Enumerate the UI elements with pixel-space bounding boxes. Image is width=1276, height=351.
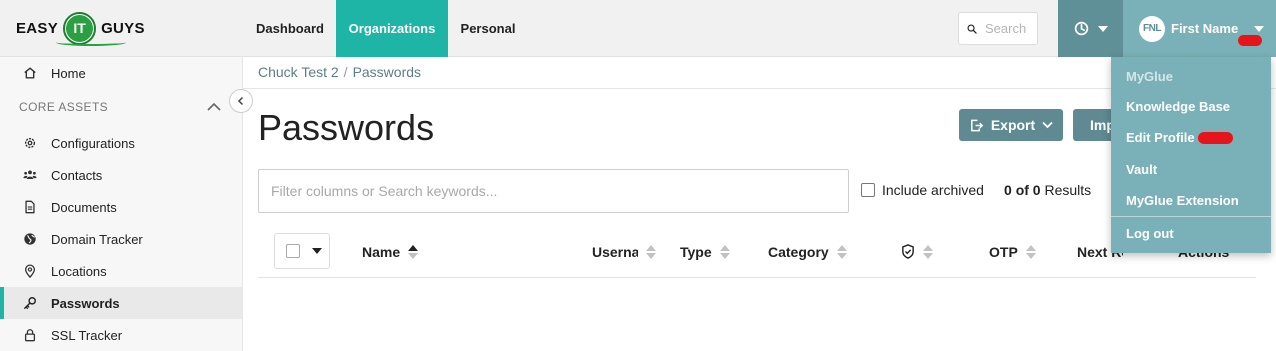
include-archived-checkbox[interactable] [861,183,875,197]
column-header-label: Username [592,244,638,260]
redaction-mark [1238,35,1262,46]
results-total: 0 [1032,182,1041,198]
column-header-type[interactable]: Type [680,244,730,260]
chevron-down-icon [1254,25,1265,32]
sidebar-item-ssl-tracker[interactable]: SSL Tracker [0,319,243,351]
logo-swoosh [56,39,126,46]
user-menu-dropdown: MyGlue Knowledge Base Edit Profile Vault… [1111,57,1271,253]
caret-down-icon [312,248,322,254]
sidebar-item-documents[interactable]: Documents [0,191,243,223]
column-header-label: OTP [989,244,1018,260]
menu-item-edit-profile[interactable]: Edit Profile [1126,130,1195,145]
breadcrumb: Chuck Test 2 / Passwords [258,64,421,80]
redaction-mark [1198,132,1233,144]
sidebar: Home CORE ASSETS Configurations Contacts… [0,57,243,351]
nav-tab-dashboard[interactable]: Dashboard [244,0,336,57]
menu-divider [1111,216,1271,217]
sidebar-item-label: Passwords [51,295,120,311]
breadcrumb-org-link[interactable]: Chuck Test 2 [258,64,339,80]
export-button[interactable]: Export [959,109,1063,141]
nav-tab-personal[interactable]: Personal [448,0,528,57]
top-navbar: EASY IT GUYS Dashboard Organizations Per… [0,0,1276,57]
sidebar-item-configurations[interactable]: Configurations [0,127,243,159]
sidebar-section-header: CORE ASSETS [19,100,109,114]
column-header-security[interactable] [901,244,933,259]
sidebar-item-home[interactable]: Home [0,57,243,89]
include-archived-toggle[interactable]: Include archived [861,182,984,198]
lock-icon [24,329,36,342]
globe-icon [24,233,36,245]
column-header-label: Type [680,244,712,260]
menu-item-knowledge-base[interactable]: Knowledge Base [1126,99,1230,114]
user-name: First Name [1171,21,1239,36]
chevron-down-icon [1097,25,1108,32]
chevron-up-icon[interactable] [206,101,222,113]
column-header-name[interactable]: Name [362,244,419,260]
recent-activity-button[interactable] [1058,0,1123,57]
passwords-table-header: Name Username Type Category OTP Next Rot… [258,233,1256,278]
logo-badge-text: IT [66,14,94,42]
chevron-left-icon [237,96,244,106]
menu-item-myglue[interactable]: MyGlue [1126,69,1173,84]
search-icon [967,23,977,34]
menu-item-vault[interactable]: Vault [1126,162,1157,177]
logo-word-right: GUYS [101,19,145,37]
sidebar-item-label: Contacts [51,167,103,183]
sort-icon [923,244,933,259]
chevron-down-icon [1042,121,1053,129]
menu-item-log-out[interactable]: Log out [1126,226,1174,241]
avatar: FNL [1139,15,1165,42]
users-icon [23,170,37,179]
shield-check-icon [902,244,914,259]
sidebar-item-label: Documents [51,199,117,215]
column-header-otp[interactable]: OTP [989,244,1036,260]
sidebar-item-label: Home [51,65,86,81]
menu-item-myglue-extension[interactable]: MyGlue Extension [1126,193,1239,208]
sort-icon [719,245,730,259]
map-pin-icon [24,264,36,278]
sidebar-item-contacts[interactable]: Contacts [0,159,243,191]
gear-icon [24,137,36,149]
clock-icon [1074,21,1088,36]
sidebar-item-label: Configurations [51,135,135,151]
sidebar-item-locations[interactable]: Locations [0,255,243,287]
key-icon [24,297,36,309]
breadcrumb-current: Passwords [352,64,422,80]
page-title: Passwords [258,107,435,148]
sidebar-collapse-button[interactable] [229,89,253,113]
bulk-select-dropdown[interactable] [274,233,330,269]
brand-logo[interactable]: EASY IT GUYS [16,11,145,46]
include-archived-label: Include archived [882,182,984,198]
sort-icon [1025,245,1036,259]
sort-icon [408,245,419,259]
sidebar-item-label: SSL Tracker [51,327,123,343]
export-label: Export [990,117,1036,133]
select-all-checkbox[interactable] [286,244,300,258]
breadcrumb-separator: / [343,64,348,80]
user-menu-toggle[interactable]: FNL First Name [1123,0,1276,57]
column-header-username[interactable]: Username [592,244,656,260]
global-search[interactable] [958,12,1038,45]
results-shown: 0 [1004,182,1012,198]
results-label: Results [1044,182,1092,198]
column-header-category[interactable]: Category [768,244,847,260]
sidebar-item-label: Locations [51,263,107,279]
sort-icon [836,245,847,259]
home-icon [24,67,36,79]
logo-word-left: EASY [16,19,59,37]
export-icon [970,119,984,131]
search-input[interactable] [985,21,1037,36]
nav-tab-organizations[interactable]: Organizations [336,0,448,57]
sidebar-item-label: Domain Tracker [51,231,143,247]
column-header-label: Category [768,244,829,260]
sidebar-item-passwords[interactable]: Passwords [0,287,243,319]
results-count: 0 of 0 Results [1004,182,1091,198]
sidebar-item-domain-tracker[interactable]: Domain Tracker [0,223,243,255]
sort-icon [646,245,656,259]
results-of: of [1015,182,1029,198]
column-header-label: Name [362,244,401,260]
filter-search-input[interactable] [258,169,849,213]
document-icon [25,200,35,214]
